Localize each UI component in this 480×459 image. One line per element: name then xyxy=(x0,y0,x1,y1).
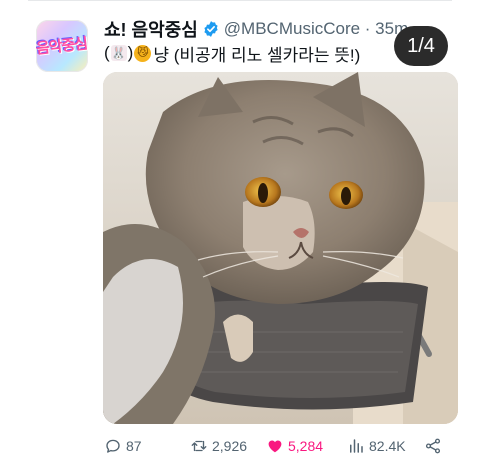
reply-count: 87 xyxy=(126,438,142,454)
heart-icon xyxy=(268,440,282,453)
cat-emoji-icon: 😼 xyxy=(134,44,152,62)
tweet-photo[interactable] xyxy=(103,72,458,424)
views-icon xyxy=(350,439,363,453)
reply-button[interactable]: 87 xyxy=(104,434,142,458)
bunny-emoji-icon: 🐰 xyxy=(110,45,127,61)
views-count: 82.4K xyxy=(369,438,406,454)
top-divider xyxy=(28,0,452,1)
retweet-icon xyxy=(191,440,207,452)
share-icon xyxy=(425,438,441,454)
retweet-button[interactable]: 2,926 xyxy=(190,434,247,458)
cat-selfie-image xyxy=(103,72,458,424)
caption-text: 냥 (비공개 리노 셀카라는 뜻!) xyxy=(153,45,361,65)
avatar[interactable]: 음악중심 xyxy=(36,20,88,72)
caption-close-paren: ) xyxy=(127,43,134,62)
reply-icon xyxy=(106,439,120,453)
tweet-caption: ( 🐰 ) 😼 냥 (비공개 리노 셀카라는 뜻!) xyxy=(104,42,361,65)
verified-badge-icon xyxy=(204,21,218,37)
views-button[interactable]: 82.4K xyxy=(347,434,406,458)
like-count: 5,284 xyxy=(288,438,324,454)
tweet-actions: 87 2,926 5,284 82.4K xyxy=(0,434,480,458)
retweet-count: 2,926 xyxy=(212,438,248,454)
caption-open-paren: ( xyxy=(104,43,110,62)
display-name[interactable]: 쇼! 음악중심 xyxy=(104,16,198,42)
handle-and-time[interactable]: @MBCMusicCore · 35m xyxy=(224,19,408,39)
like-button[interactable]: 5,284 xyxy=(266,434,323,458)
media-counter: 1/4 xyxy=(394,26,448,66)
share-button[interactable] xyxy=(424,434,446,458)
avatar-logo: 음악중심 xyxy=(36,33,88,58)
